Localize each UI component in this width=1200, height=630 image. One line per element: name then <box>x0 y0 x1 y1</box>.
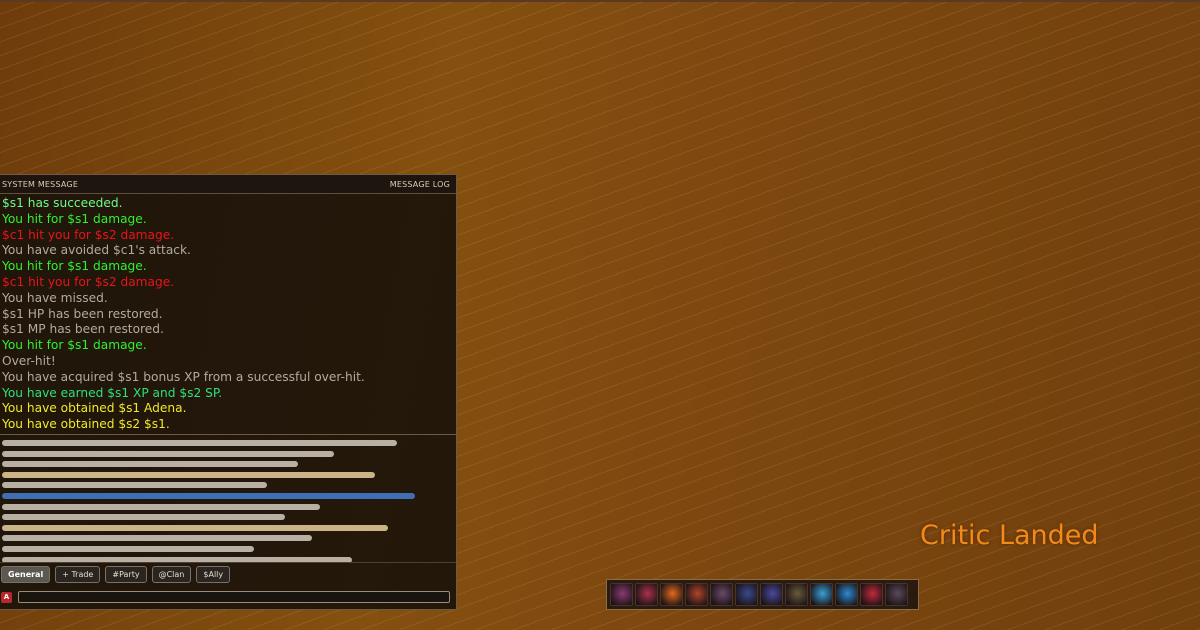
chat-tab-party[interactable]: #Party <box>105 565 147 583</box>
buff-icon-11[interactable] <box>860 583 883 606</box>
screen-frame-top <box>0 0 1200 2</box>
history-line <box>2 450 334 457</box>
chat-tab-ally[interactable]: $Ally <box>196 565 231 583</box>
chat-message: Over-hit! <box>2 353 56 368</box>
history-line <box>2 535 312 542</box>
chat-title: SYSTEM MESSAGE <box>2 179 79 189</box>
chat-titlebar[interactable]: SYSTEM MESSAGE MESSAGE LOG <box>0 175 456 194</box>
chat-tab-general[interactable]: General <box>1 565 51 583</box>
message-list[interactable]: $s1 has succeeded. You hit for $s1 damage… <box>0 194 456 434</box>
history-line <box>2 514 285 521</box>
chat-tab-trade[interactable]: + Trade <box>55 565 101 583</box>
history-line <box>2 471 375 478</box>
critic-landed-text: Critic Landed <box>920 520 1099 551</box>
chat-message: $s1 has succeeded. <box>2 196 123 210</box>
chat-message: You have avoided $c1's attack. <box>2 243 191 258</box>
history-line <box>2 524 388 531</box>
history-line <box>2 503 320 510</box>
channel-select-button[interactable]: A <box>1 591 12 603</box>
buff-icon-10[interactable] <box>835 583 858 606</box>
buff-icon-3[interactable] <box>660 583 683 606</box>
buff-icon-5[interactable] <box>710 583 733 606</box>
chat-message: $c1 hit you for $s2 damage. <box>2 227 175 242</box>
chat-message: You hit for $s1 damage. <box>2 211 147 226</box>
buff-icon-4[interactable] <box>685 583 708 606</box>
chat-message: You hit for $s1 damage. <box>2 338 147 353</box>
chat-input[interactable] <box>18 591 450 603</box>
history-line <box>2 482 267 489</box>
buff-icon-8[interactable] <box>785 583 808 606</box>
buff-icon-2[interactable] <box>635 583 658 606</box>
chat-message: You have obtained $s1 Adena. <box>2 401 187 416</box>
buff-icon-12[interactable] <box>885 583 908 606</box>
chat-message: You have missed. <box>2 290 108 305</box>
chat-message: You have acquired $s1 bonus XP from a su… <box>2 369 365 384</box>
history-line <box>2 461 298 468</box>
buff-icon-9[interactable] <box>810 583 833 606</box>
buff-icon-7[interactable] <box>760 583 783 606</box>
chat-tab-clan[interactable]: @Clan <box>151 565 192 583</box>
history-line <box>2 492 415 499</box>
buff-bar <box>606 579 919 610</box>
chat-window[interactable]: SYSTEM MESSAGE MESSAGE LOG $s1 has succe… <box>0 174 457 610</box>
chat-message: $s1 MP has been restored. <box>2 322 164 337</box>
history-line <box>2 545 254 552</box>
buff-icon-1[interactable] <box>610 583 633 606</box>
chat-message: $c1 hit you for $s2 damage. <box>2 274 175 289</box>
history-line <box>2 440 397 446</box>
chat-message: You hit for $s1 damage. <box>2 259 147 274</box>
chat-message: You have obtained $s2 $s1. <box>2 417 170 432</box>
chat-message: $s1 HP has been restored. <box>2 306 163 321</box>
chat-message: You have earned $s1 XP and $s2 SP. <box>2 385 223 400</box>
message-log-button[interactable]: MESSAGE LOG <box>390 180 450 189</box>
chat-input-row: A <box>0 585 456 609</box>
chat-tabs: General + Trade #Party @Clan $Ally <box>0 562 456 585</box>
chat-history-preview <box>0 435 456 563</box>
buff-icon-6[interactable] <box>735 583 758 606</box>
